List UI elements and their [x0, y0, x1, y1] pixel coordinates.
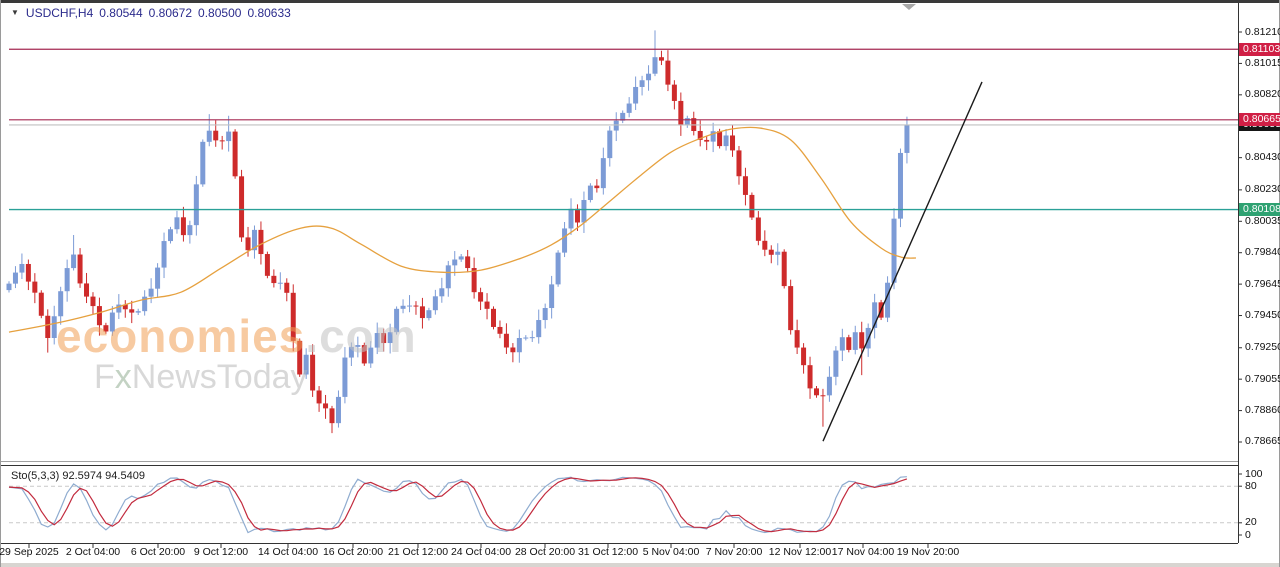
stochastic-layer: [9, 477, 1238, 533]
quote-open: 0.80544: [99, 6, 142, 20]
stochastic-k-line: [9, 477, 907, 533]
quote-high: 0.80672: [149, 6, 192, 20]
symbol-header[interactable]: ▼ USDCHF,H4 0.80544 0.80672 0.80500 0.80633: [11, 6, 297, 20]
window-top-border: [1, 0, 1279, 3]
collapse-arrow-icon[interactable]: ▼: [11, 8, 19, 17]
quote-low: 0.80500: [198, 6, 241, 20]
scroll-marker-icon[interactable]: [902, 4, 916, 10]
window-bottom-edge: [1, 563, 1279, 567]
mt4-chart-window: economies.com FxNewsToday ▼USDCHF,H40.80…: [0, 0, 1280, 567]
quote-close: 0.80633: [247, 6, 290, 20]
level-lines-layer: [9, 49, 1238, 209]
price-chart-canvas[interactable]: [1, 0, 1280, 567]
trendline: [823, 82, 982, 441]
indicator-label[interactable]: Sto(5,3,3) 92.5974 94.5409: [11, 470, 145, 482]
symbol-timeframe: USDCHF,H4: [26, 6, 93, 20]
candles-layer: [7, 30, 910, 433]
